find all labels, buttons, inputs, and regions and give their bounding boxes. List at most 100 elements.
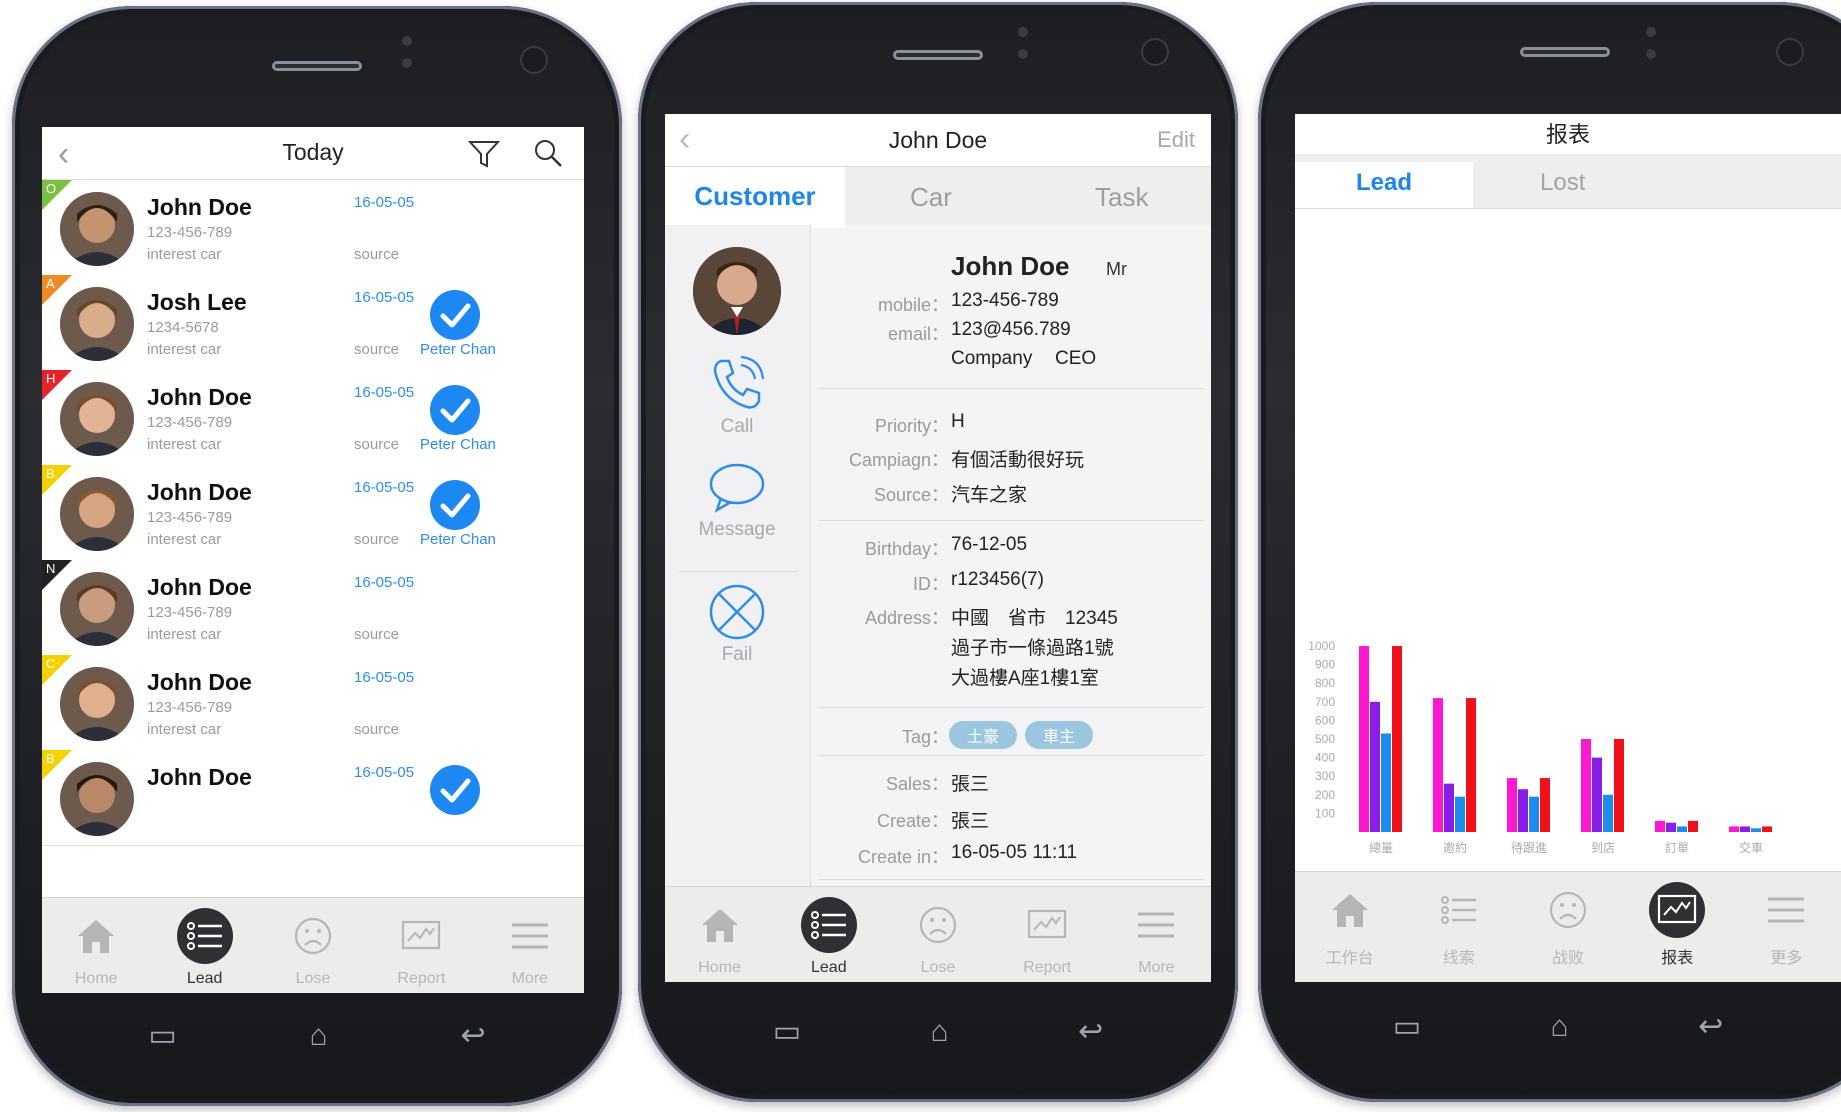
bottom-tab-bar: Home Lead Lose Report More bbox=[665, 886, 1211, 982]
tab-chart[interactable]: Report bbox=[367, 898, 475, 993]
tab-list[interactable]: 线索 bbox=[1404, 872, 1513, 982]
lead-list-item[interactable]: C John Doe 123-456-789 interest car 16-05-05… bbox=[42, 655, 584, 751]
lead-list-item[interactable]: B John Doe 16-05-05 bbox=[42, 750, 584, 846]
tab-menu[interactable]: 更多 bbox=[1732, 872, 1841, 982]
tab-home[interactable]: Home bbox=[665, 887, 774, 982]
action-column: Call Message Fail bbox=[665, 225, 811, 887]
tab-home[interactable]: Home bbox=[42, 898, 150, 993]
search-icon[interactable] bbox=[532, 137, 564, 169]
recent-apps-icon[interactable]: ▭ bbox=[148, 1021, 176, 1051]
recent-apps-icon[interactable]: ▭ bbox=[773, 1017, 801, 1047]
nav-bar: 报表 bbox=[1295, 114, 1841, 154]
tab-sad-face[interactable]: Lose bbox=[259, 898, 367, 993]
bar bbox=[1614, 739, 1624, 832]
checkmark-icon[interactable] bbox=[430, 290, 480, 340]
earpiece-speaker bbox=[893, 50, 983, 60]
priority-flag-letter: C bbox=[46, 656, 56, 671]
phone-icon bbox=[713, 355, 765, 409]
tab-sad-face[interactable]: Lose bbox=[883, 887, 992, 982]
lead-phone: 123-456-789 bbox=[147, 224, 233, 241]
divider bbox=[819, 879, 1204, 880]
lead-list-item[interactable]: H John Doe 123-456-789 interest car 16-05-05… bbox=[42, 370, 584, 466]
tag-pill[interactable]: 車主 bbox=[1025, 721, 1094, 749]
lead-list-item[interactable]: O John Doe 123-456-789 interest car 16-05-05… bbox=[42, 180, 584, 276]
lead-source: source bbox=[354, 626, 400, 643]
recent-apps-icon[interactable]: ▭ bbox=[1393, 1012, 1421, 1042]
tab-customer[interactable]: Customer bbox=[665, 167, 845, 228]
back-icon[interactable]: ↩ bbox=[1698, 1012, 1723, 1042]
sensor-dot bbox=[402, 58, 412, 68]
lead-list-item[interactable]: A Josh Lee 1234-5678 interest car 16-05-05 so… bbox=[42, 275, 584, 371]
home-hardware-icon[interactable]: ⌂ bbox=[310, 1021, 328, 1051]
lead-owner[interactable]: Peter Chan bbox=[420, 436, 496, 453]
nav-bar: ‹ Today bbox=[42, 127, 584, 180]
mobile-value[interactable]: 123-456-789 bbox=[951, 290, 1059, 312]
tab-label: More bbox=[1138, 959, 1175, 976]
lead-name: John Doe bbox=[147, 384, 252, 410]
lead-list-item[interactable]: N John Doe 123-456-789 interest car 16-05-05… bbox=[42, 560, 584, 656]
y-tick-label: 300 bbox=[1315, 769, 1335, 783]
tab-menu[interactable]: More bbox=[476, 898, 584, 993]
lead-name: John Doe bbox=[147, 194, 252, 220]
lead-owner[interactable]: Peter Chan bbox=[420, 341, 496, 358]
tab-sad-face[interactable]: 战败 bbox=[1513, 872, 1622, 982]
email-label: email： bbox=[887, 324, 949, 344]
message-label: Message bbox=[698, 519, 776, 540]
checkmark-icon[interactable] bbox=[430, 765, 480, 815]
tab-chart[interactable]: 报表 bbox=[1623, 872, 1732, 982]
company-value: Company bbox=[951, 348, 1033, 369]
back-icon[interactable]: ↩ bbox=[460, 1021, 485, 1051]
tab-car[interactable]: Car bbox=[910, 182, 952, 213]
tab-label: 更多 bbox=[1770, 950, 1803, 967]
tag-pill[interactable]: 土豪 bbox=[949, 721, 1018, 749]
create-in-label: Create in： bbox=[857, 847, 949, 867]
tab-lost[interactable]: Lost bbox=[1540, 169, 1585, 197]
tag-list: 土豪 車主 bbox=[949, 721, 1101, 749]
message-action[interactable]: Message bbox=[685, 460, 789, 541]
tab-task[interactable]: Task bbox=[1095, 182, 1148, 213]
menu-icon bbox=[1128, 897, 1184, 953]
sales-value: 張三 bbox=[951, 774, 990, 795]
tab-home[interactable]: 工作台 bbox=[1295, 872, 1404, 982]
tab-label: 线索 bbox=[1442, 950, 1475, 967]
nav-bar: ‹ John Doe Edit bbox=[665, 114, 1211, 167]
lead-owner[interactable]: Peter Chan bbox=[420, 531, 496, 548]
tab-label: Lose bbox=[295, 970, 331, 987]
fail-action[interactable]: Fail bbox=[685, 581, 789, 666]
filter-icon[interactable] bbox=[468, 139, 500, 169]
avatar bbox=[60, 287, 134, 361]
tab-lead[interactable]: Lead bbox=[1295, 162, 1473, 208]
home-hardware-icon[interactable]: ⌂ bbox=[931, 1017, 949, 1047]
bar bbox=[1392, 646, 1402, 832]
tab-list[interactable]: Lead bbox=[150, 898, 258, 993]
avatar bbox=[60, 572, 134, 646]
lead-date: 16-05-05 bbox=[354, 384, 415, 401]
lead-phone: 123-456-789 bbox=[147, 699, 233, 716]
home-hardware-icon[interactable]: ⌂ bbox=[1551, 1012, 1569, 1042]
hardware-buttons: ▭ ⌂ ↩ bbox=[82, 1016, 552, 1056]
customer-name: John Doe bbox=[951, 251, 1070, 281]
lead-list-screen: ‹ Today O John Doe 123-456-789 interest car… bbox=[42, 127, 584, 993]
tab-list[interactable]: Lead bbox=[774, 887, 883, 982]
checkmark-icon[interactable] bbox=[430, 385, 480, 435]
lead-source: source bbox=[354, 341, 400, 358]
y-tick-label: 800 bbox=[1315, 676, 1335, 690]
front-camera bbox=[522, 48, 546, 72]
avatar bbox=[60, 477, 134, 551]
tab-chart[interactable]: Report bbox=[993, 887, 1102, 982]
bar bbox=[1751, 828, 1761, 832]
bar bbox=[1444, 783, 1454, 832]
avatar bbox=[693, 247, 781, 335]
y-tick-label: 900 bbox=[1315, 658, 1335, 672]
lead-list-item[interactable]: B John Doe 123-456-789 interest car 16-05-05… bbox=[42, 465, 584, 561]
lead-interest: interest car bbox=[147, 246, 222, 263]
call-action[interactable]: Call bbox=[685, 355, 789, 438]
edit-button[interactable]: Edit bbox=[1157, 127, 1195, 153]
create-label: Create： bbox=[876, 811, 949, 831]
customer-detail-screen: ‹ John Doe Edit Customer Car Task Call M… bbox=[665, 114, 1211, 982]
back-icon[interactable]: ↩ bbox=[1078, 1017, 1103, 1047]
email-value[interactable]: 123@456.789 bbox=[951, 319, 1071, 341]
checkmark-icon[interactable] bbox=[430, 480, 480, 530]
lead-interest: interest car bbox=[147, 531, 222, 548]
tab-menu[interactable]: More bbox=[1102, 887, 1211, 982]
